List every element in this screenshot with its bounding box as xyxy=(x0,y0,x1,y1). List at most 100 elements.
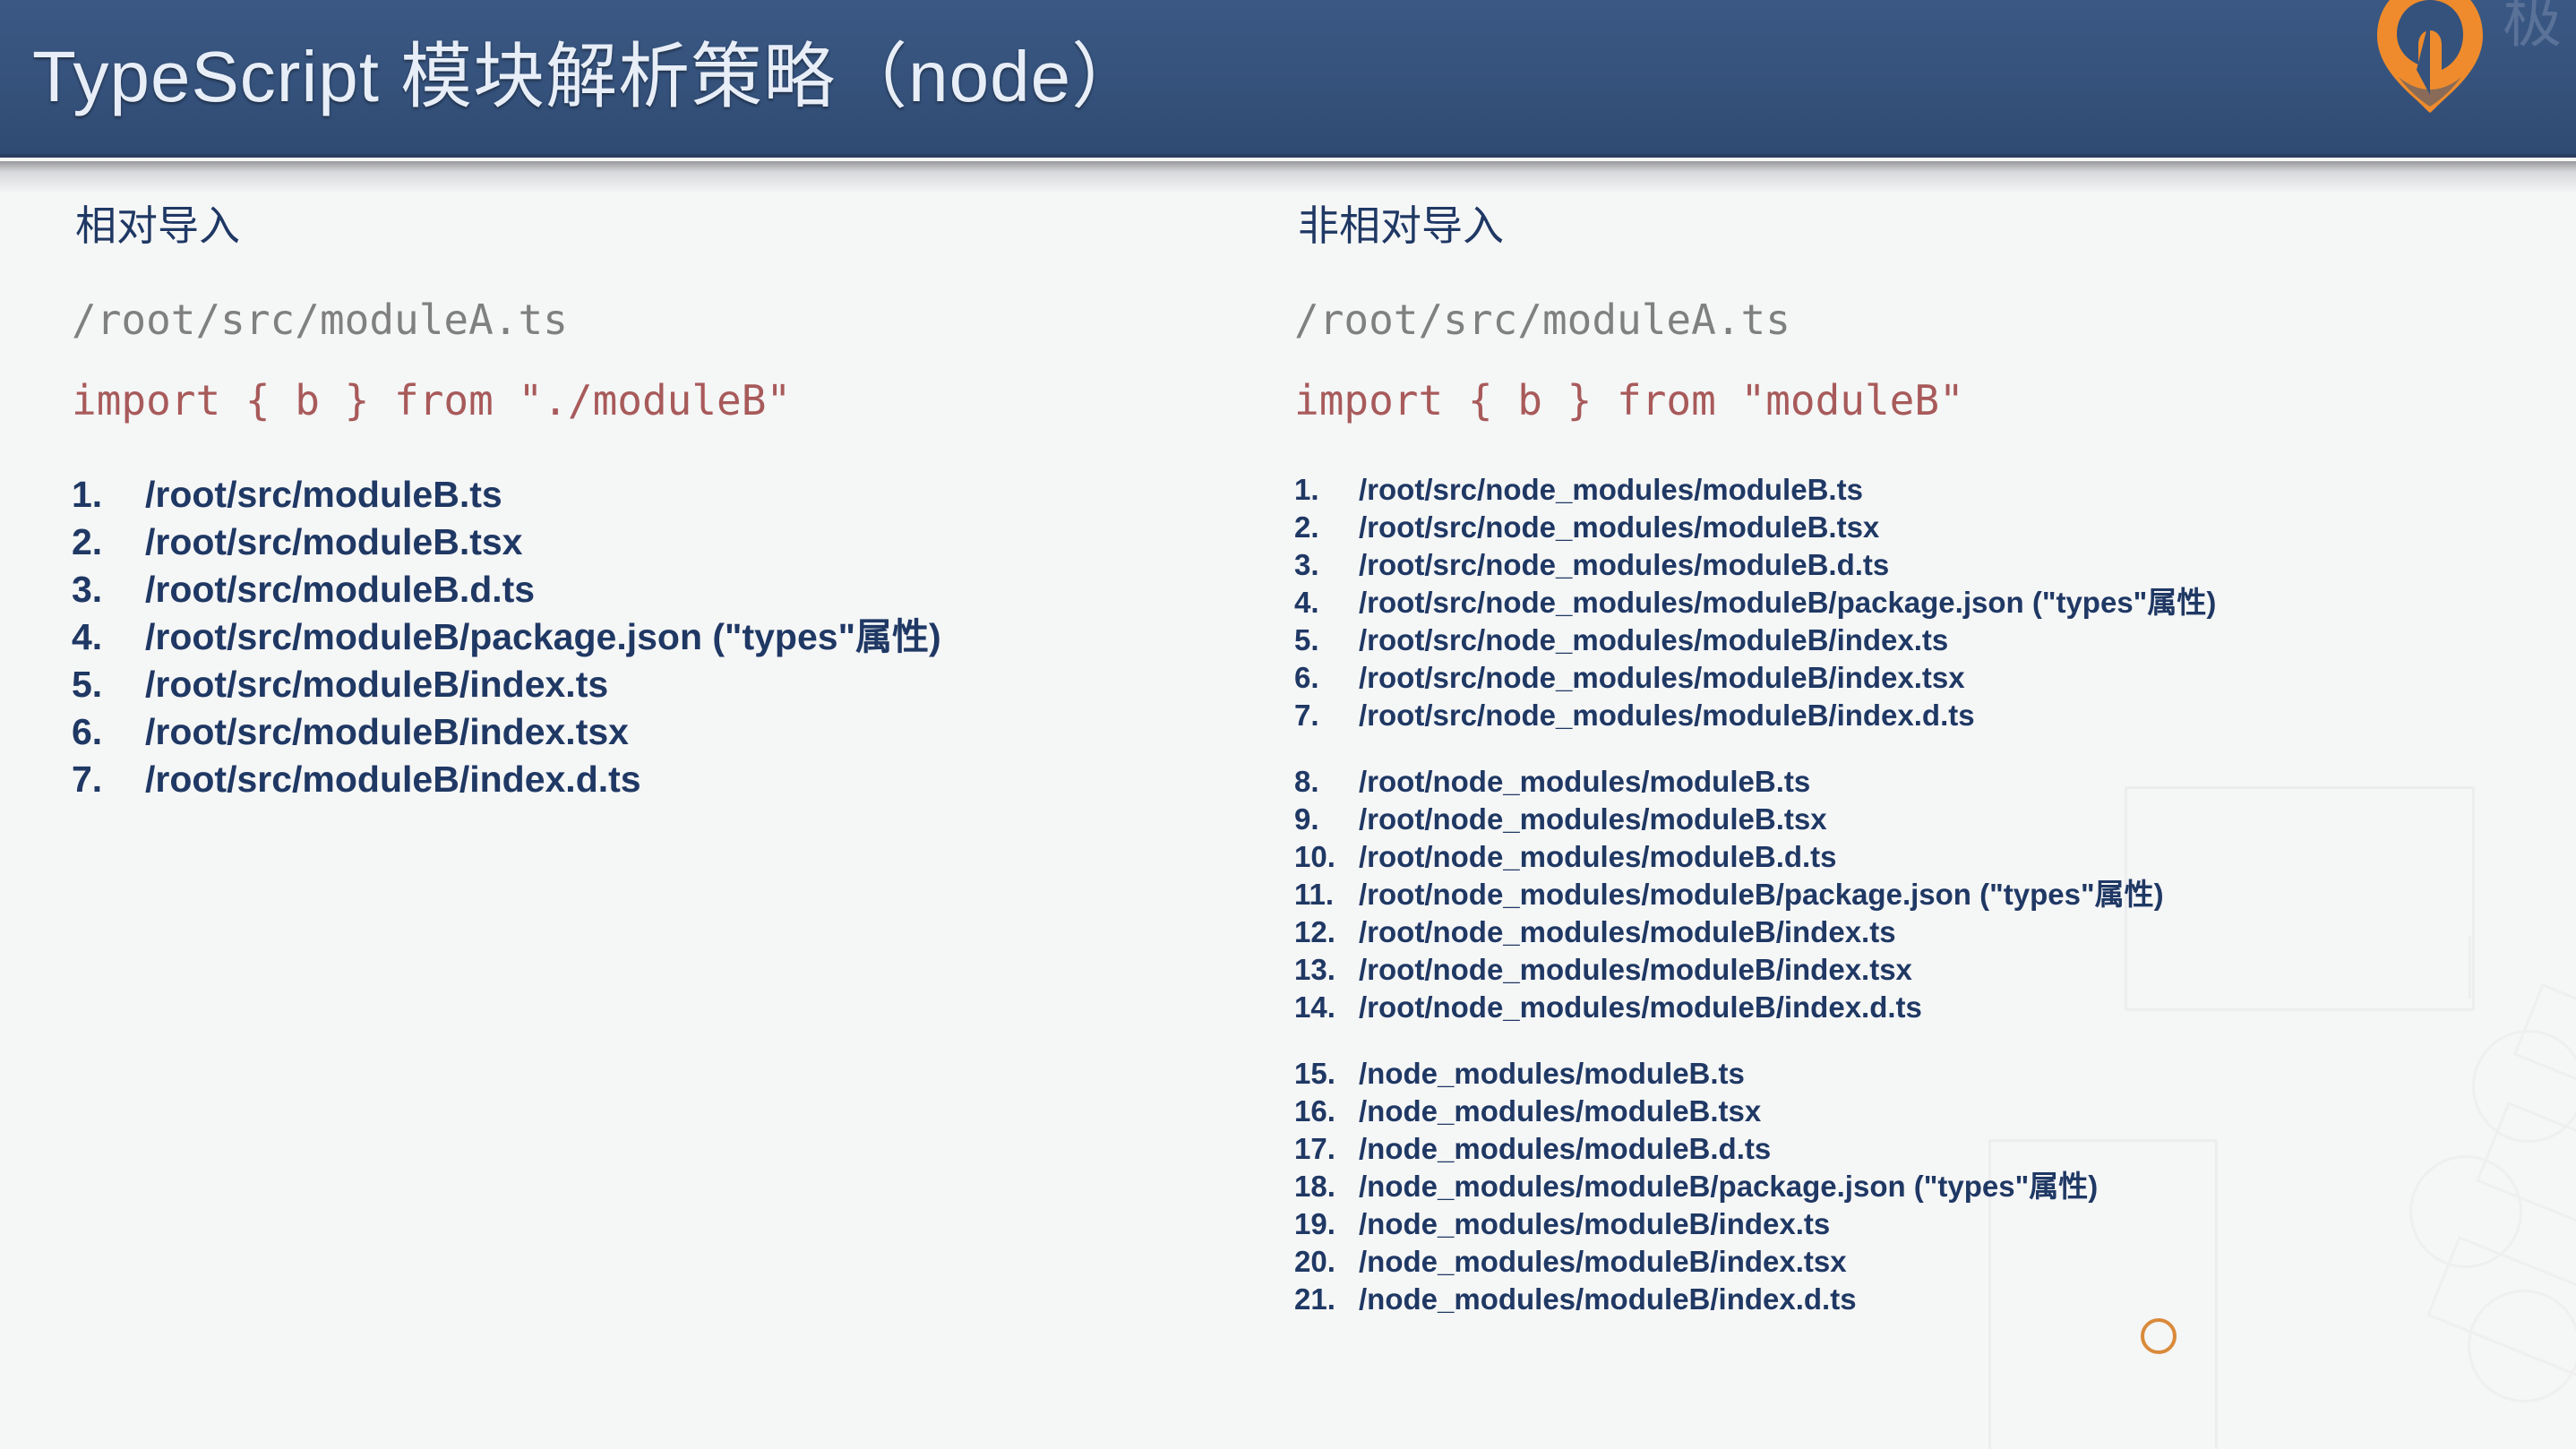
list-item-path: /node_modules/moduleB.d.ts xyxy=(1359,1132,1772,1165)
list-item-number: 1. xyxy=(72,474,103,515)
list-item-path: /root/src/node_modules/moduleB/package.j… xyxy=(1359,586,2217,619)
list-item: 2. /root/src/node_modules/moduleB.tsx xyxy=(1294,509,2566,546)
group-separator xyxy=(1294,734,2566,763)
right-column-heading: 非相对导入 xyxy=(1298,202,1504,249)
header-drop-shadow xyxy=(0,161,2576,192)
list-item-path: /root/node_modules/moduleB/index.tsx xyxy=(1359,953,1912,986)
list-item-number: 19. xyxy=(1294,1207,1335,1240)
left-resolution-list: 1. /root/src/moduleB.ts 2. /root/src/module… xyxy=(72,471,1236,803)
list-item-path: /root/src/moduleB.ts xyxy=(145,474,502,515)
list-item: 21. /node_modules/moduleB/index.d.ts xyxy=(1294,1281,2566,1318)
list-item: 15. /node_modules/moduleB.ts xyxy=(1294,1055,2566,1093)
list-item: 7. /root/src/moduleB/index.d.ts xyxy=(72,756,1236,803)
brand-logo-text: 极 xyxy=(2503,0,2562,54)
list-item: 20. /node_modules/moduleB/index.tsx xyxy=(1294,1243,2566,1281)
list-item: 16. /node_modules/moduleB.tsx xyxy=(1294,1093,2566,1130)
right-resolution-list-src-node-modules: 1. /root/src/node_modules/moduleB.ts 2. /ro… xyxy=(1294,471,2566,734)
list-item: 3. /root/src/node_modules/moduleB.d.ts xyxy=(1294,546,2566,584)
left-column-heading: 相对导入 xyxy=(75,202,240,249)
list-item-number: 5. xyxy=(72,664,103,705)
list-item-number: 6. xyxy=(72,711,103,752)
list-item-path: /node_modules/moduleB/package.json ("typ… xyxy=(1359,1170,2099,1203)
list-item-path: /root/node_modules/moduleB/package.json … xyxy=(1359,878,2164,911)
right-source-file-path: /root/src/moduleA.ts xyxy=(1294,296,1790,344)
slide-root: TypeScript 模块解析策略（node） 极 相对导入 /root/src… xyxy=(0,0,2576,1449)
list-item-path: /root/src/moduleB.tsx xyxy=(145,521,523,562)
list-item: 2. /root/src/moduleB.tsx xyxy=(72,519,1236,566)
list-item-path: /root/src/moduleB/index.tsx xyxy=(145,711,629,752)
list-item: 8. /root/node_modules/moduleB.ts xyxy=(1294,763,2566,801)
right-resolution-groups: 1. /root/src/node_modules/moduleB.ts 2. /ro… xyxy=(1294,471,2566,1318)
list-item-number: 20. xyxy=(1294,1245,1335,1278)
list-item-number: 3. xyxy=(1294,548,1319,581)
list-item-path: /root/node_modules/moduleB.ts xyxy=(1359,765,1811,798)
list-item-number: 17. xyxy=(1294,1132,1335,1165)
list-item-path: /root/src/moduleB/index.d.ts xyxy=(145,759,641,800)
list-item-path: /root/src/moduleB.d.ts xyxy=(145,569,536,610)
list-item-path: /node_modules/moduleB.ts xyxy=(1359,1057,1745,1090)
list-item-number: 7. xyxy=(72,759,103,800)
right-resolution-list-global-node-modules: 15. /node_modules/moduleB.ts 16. /node_modu… xyxy=(1294,1055,2566,1318)
list-item-number: 15. xyxy=(1294,1057,1335,1090)
list-item-path: /root/src/moduleB/package.json ("types"属… xyxy=(145,616,941,657)
list-item-path: /root/src/node_modules/moduleB.d.ts xyxy=(1359,548,1890,581)
list-item-number: 8. xyxy=(1294,765,1319,798)
list-item-path: /root/node_modules/moduleB.d.ts xyxy=(1359,840,1837,873)
list-item: 18. /node_modules/moduleB/package.json ("… xyxy=(1294,1168,2566,1205)
list-item: 13. /root/node_modules/moduleB/index.tsx xyxy=(1294,951,2566,989)
list-item-number: 16. xyxy=(1294,1094,1335,1127)
list-item-number: 14. xyxy=(1294,990,1335,1024)
list-item-path: /node_modules/moduleB.tsx xyxy=(1359,1094,1762,1127)
non-relative-import-column: 非相对导入 /root/src/moduleA.ts import { b } … xyxy=(1294,193,2566,1318)
list-item: 19. /node_modules/moduleB/index.ts xyxy=(1294,1205,2566,1243)
list-item-number: 7. xyxy=(1294,699,1319,732)
list-item: 4. /root/src/node_modules/moduleB/package… xyxy=(1294,584,2566,622)
list-item-number: 13. xyxy=(1294,953,1335,986)
list-item-number: 6. xyxy=(1294,661,1319,694)
list-item: 3. /root/src/moduleB.d.ts xyxy=(72,566,1236,613)
group-separator xyxy=(1294,1026,2566,1055)
list-item-path: /root/src/moduleB/index.ts xyxy=(145,664,609,705)
left-import-statement: import { b } from "./moduleB" xyxy=(72,376,792,424)
brand-logo: 极 xyxy=(2325,0,2567,115)
list-item-number: 4. xyxy=(72,616,103,657)
page-title: TypeScript 模块解析策略（node） xyxy=(32,37,1145,116)
slide-header: TypeScript 模块解析策略（node） 极 xyxy=(0,0,2576,158)
list-item: 11. /root/node_modules/moduleB/package.js… xyxy=(1294,876,2566,913)
list-item-number: 12. xyxy=(1294,915,1335,948)
list-item-number: 10. xyxy=(1294,840,1335,873)
list-item-path: /root/node_modules/moduleB/index.d.ts xyxy=(1359,990,1922,1024)
list-item-number: 11. xyxy=(1294,878,1335,911)
relative-import-column: 相对导入 /root/src/moduleA.ts import { b } f… xyxy=(72,193,1236,803)
list-item: 5. /root/src/node_modules/moduleB/index.t… xyxy=(1294,622,2566,659)
list-item-number: 21. xyxy=(1294,1282,1335,1316)
list-item-path: /root/node_modules/moduleB.tsx xyxy=(1359,802,1827,836)
list-item-number: 9. xyxy=(1294,802,1319,836)
list-item-number: 3. xyxy=(72,569,103,610)
list-item: 17. /node_modules/moduleB.d.ts xyxy=(1294,1130,2566,1168)
list-item-path: /node_modules/moduleB/index.tsx xyxy=(1359,1245,1847,1278)
list-item-number: 1. xyxy=(1294,473,1319,506)
list-item-path: /node_modules/moduleB/index.d.ts xyxy=(1359,1282,1857,1316)
list-item-number: 4. xyxy=(1294,586,1319,619)
list-item: 9. /root/node_modules/moduleB.tsx xyxy=(1294,801,2566,838)
list-item: 5. /root/src/moduleB/index.ts xyxy=(72,661,1236,708)
list-item-path: /root/src/node_modules/moduleB/index.d.t… xyxy=(1359,699,1975,732)
left-source-file-path: /root/src/moduleA.ts xyxy=(72,296,568,344)
list-item-path: /root/src/node_modules/moduleB.tsx xyxy=(1359,510,1880,544)
list-item-number: 18. xyxy=(1294,1170,1335,1203)
list-item-number: 5. xyxy=(1294,623,1319,656)
list-item-path: /root/src/node_modules/moduleB/index.tsx xyxy=(1359,661,1965,694)
list-item: 6. /root/src/node_modules/moduleB/index.t… xyxy=(1294,659,2566,697)
list-item-path: /node_modules/moduleB/index.ts xyxy=(1359,1207,1831,1240)
list-item: 14. /root/node_modules/moduleB/index.d.ts xyxy=(1294,989,2566,1026)
list-item: 12. /root/node_modules/moduleB/index.ts xyxy=(1294,913,2566,951)
list-item: 7. /root/src/node_modules/moduleB/index.d… xyxy=(1294,697,2566,734)
list-item: 1. /root/src/node_modules/moduleB.ts xyxy=(1294,471,2566,509)
right-import-statement: import { b } from "moduleB" xyxy=(1294,376,1964,424)
accent-orange-ring-icon xyxy=(2141,1318,2177,1354)
list-item-path: /root/node_modules/moduleB/index.ts xyxy=(1359,915,1896,948)
list-item: 6. /root/src/moduleB/index.tsx xyxy=(72,708,1236,756)
list-item-number: 2. xyxy=(1294,510,1319,544)
list-item: 1. /root/src/moduleB.ts xyxy=(72,471,1236,519)
